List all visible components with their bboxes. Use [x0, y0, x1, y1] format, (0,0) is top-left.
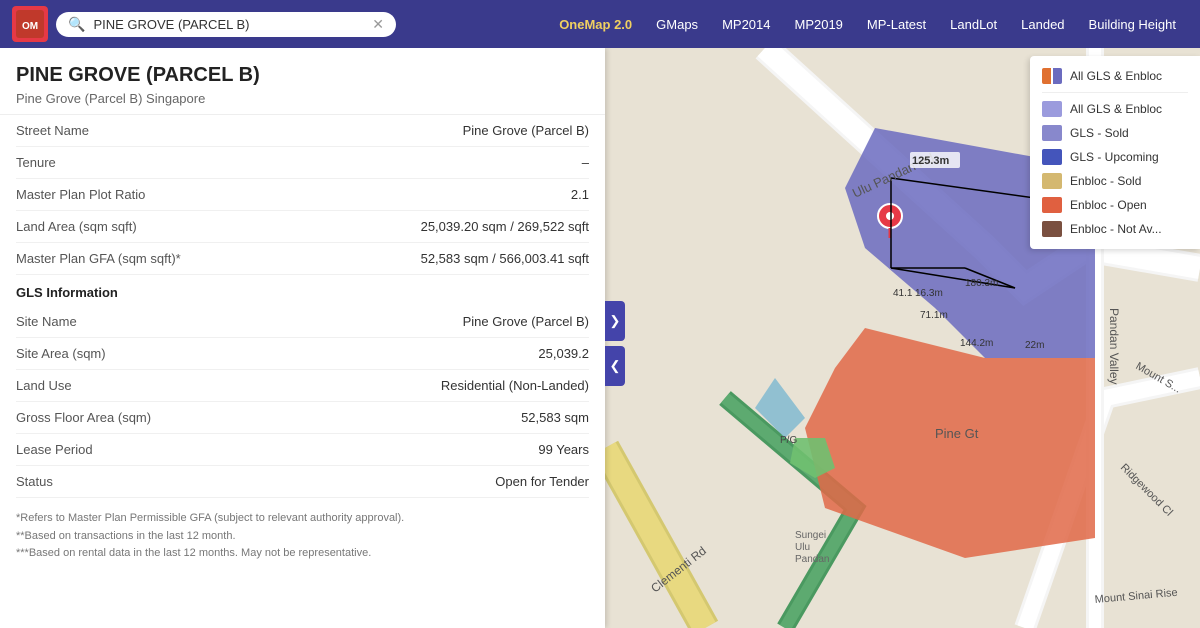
footnote-text: ***Based on rental data in the last 12 m… — [16, 545, 589, 563]
detail-row: Master Plan Plot Ratio 2.1 — [16, 179, 589, 211]
detail-value: Pine Grove (Parcel B) — [89, 123, 589, 138]
legend-label: Enbloc - Open — [1070, 198, 1147, 212]
detail-label: Land Area (sqm sqft) — [16, 219, 137, 234]
search-icon: 🔍 — [68, 16, 85, 33]
top-navigation: OM 🔍 ✕ OneMap 2.0 GMaps MP2014 MP2019 MP… — [0, 0, 1200, 48]
footnote-text: **Based on transactions in the last 12 m… — [16, 528, 589, 546]
gls-detail-row: Site Area (sqm) 25,039.2 — [16, 338, 589, 370]
property-details: Street Name Pine Grove (Parcel B) Tenure… — [0, 115, 605, 498]
detail-label: Master Plan GFA (sqm sqft)* — [16, 251, 181, 266]
gls-section-header: GLS Information — [16, 275, 589, 306]
svg-text:144.2m: 144.2m — [960, 338, 993, 349]
gls-detail-row: Site Name Pine Grove (Parcel B) — [16, 306, 589, 338]
svg-text:Pandan Valley: Pandan Valley — [1107, 308, 1121, 385]
gls-detail-label: Status — [16, 474, 53, 489]
legend-color-gls-upcoming — [1042, 149, 1062, 165]
gls-detail-value: Residential (Non-Landed) — [72, 378, 589, 393]
detail-row: Tenure – — [16, 147, 589, 179]
gls-detail-value: 25,039.2 — [106, 346, 589, 361]
clear-search-button[interactable]: ✕ — [372, 16, 384, 33]
gls-detail-label: Land Use — [16, 378, 72, 393]
legend-item-gls-upcoming: GLS - Upcoming — [1042, 145, 1188, 169]
nav-landed[interactable]: Landed — [1009, 9, 1076, 40]
left-panel: PINE GROVE (PARCEL B) Pine Grove (Parcel… — [0, 48, 605, 628]
gls-detail-label: Site Name — [16, 314, 77, 329]
legend-label: Enbloc - Not Av... — [1070, 222, 1162, 236]
legend-panel: All GLS & Enbloc All GLS & Enbloc GLS - … — [1030, 56, 1200, 249]
gls-detail-label: Gross Floor Area (sqm) — [16, 410, 151, 425]
svg-text:22m: 22m — [1025, 340, 1044, 351]
legend-label: Enbloc - Sold — [1070, 174, 1141, 188]
property-subtitle: Pine Grove (Parcel B) Singapore — [16, 91, 589, 106]
legend-label: All GLS & Enbloc — [1070, 102, 1162, 116]
nav-mp2014[interactable]: MP2014 — [710, 9, 782, 40]
footnotes: *Refers to Master Plan Permissible GFA (… — [0, 498, 605, 575]
svg-text:71.1m: 71.1m — [920, 310, 948, 321]
gls-detail-value: Pine Grove (Parcel B) — [77, 314, 589, 329]
legend-label: All GLS & Enbloc — [1070, 69, 1162, 83]
map-expand-button[interactable]: ❮ — [605, 346, 625, 386]
detail-row: Master Plan GFA (sqm sqft)* 52,583 sqm /… — [16, 243, 589, 275]
map-collapse-button[interactable]: ❯ — [605, 301, 625, 341]
legend-item-enbloc-not-av: Enbloc - Not Av... — [1042, 217, 1188, 241]
gls-detail-row: Gross Floor Area (sqm) 52,583 sqm — [16, 402, 589, 434]
legend-item-enbloc-open: Enbloc - Open — [1042, 193, 1188, 217]
gls-detail-row: Lease Period 99 Years — [16, 434, 589, 466]
nav-building-height[interactable]: Building Height — [1077, 9, 1188, 40]
detail-value: 52,583 sqm / 566,003.41 sqft — [181, 251, 589, 266]
nav-mp2019[interactable]: MP2019 — [782, 9, 854, 40]
gls-detail-row: Status Open for Tender — [16, 466, 589, 498]
legend-color-gls-sold — [1042, 125, 1062, 141]
svg-text:125.3m: 125.3m — [912, 155, 950, 167]
legend-color-enbloc-sold — [1042, 173, 1062, 189]
detail-value: – — [56, 155, 589, 170]
legend-item-all-gls-enbloc: All GLS & Enbloc — [1042, 97, 1188, 121]
map-container[interactable]: Ulu Pandan Rd Pine Gt Pandan Valley Moun… — [605, 48, 1200, 628]
nav-landlot[interactable]: LandLot — [938, 9, 1009, 40]
svg-text:16.3m: 16.3m — [915, 288, 943, 299]
svg-text:41.1: 41.1 — [893, 288, 913, 299]
gls-detail-value: 99 Years — [93, 442, 589, 457]
gls-detail-label: Lease Period — [16, 442, 93, 457]
legend-color-all-gls — [1042, 101, 1062, 117]
legend-label: GLS - Sold — [1070, 126, 1129, 140]
property-title: PINE GROVE (PARCEL B) — [16, 64, 589, 87]
nav-mp-latest[interactable]: MP-Latest — [855, 9, 938, 40]
nav-links: OneMap 2.0 GMaps MP2014 MP2019 MP-Latest… — [547, 9, 1188, 40]
footnote-text: *Refers to Master Plan Permissible GFA (… — [16, 510, 589, 528]
search-input[interactable] — [93, 17, 364, 32]
logo: OM — [12, 6, 48, 42]
gls-detail-value: Open for Tender — [53, 474, 589, 489]
svg-text:P/G: P/G — [780, 435, 797, 446]
nav-onemap[interactable]: OneMap 2.0 — [547, 9, 644, 40]
detail-value: 25,039.20 sqm / 269,522 sqft — [137, 219, 589, 234]
gls-detail-label: Site Area (sqm) — [16, 346, 106, 361]
svg-text:Pine Gt: Pine Gt — [935, 426, 979, 441]
main-content: PINE GROVE (PARCEL B) Pine Grove (Parcel… — [0, 48, 1200, 628]
legend-label: GLS - Upcoming — [1070, 150, 1159, 164]
search-bar: 🔍 ✕ — [56, 12, 396, 37]
legend-item-gls-sold: GLS - Sold — [1042, 121, 1188, 145]
legend-color-enbloc-open — [1042, 197, 1062, 213]
detail-row: Land Area (sqm sqft) 25,039.20 sqm / 269… — [16, 211, 589, 243]
svg-text:180.3m: 180.3m — [965, 278, 998, 289]
property-header: PINE GROVE (PARCEL B) Pine Grove (Parcel… — [0, 48, 605, 115]
detail-label: Master Plan Plot Ratio — [16, 187, 145, 202]
detail-label: Street Name — [16, 123, 89, 138]
svg-text:OM: OM — [22, 21, 38, 32]
svg-text:Ulu: Ulu — [795, 542, 810, 553]
legend-color-enbloc-not-av — [1042, 221, 1062, 237]
detail-row: Street Name Pine Grove (Parcel B) — [16, 115, 589, 147]
detail-value: 2.1 — [145, 187, 589, 202]
nav-gmaps[interactable]: GMaps — [644, 9, 710, 40]
svg-text:Pandan: Pandan — [795, 554, 829, 565]
gls-detail-row: Land Use Residential (Non-Landed) — [16, 370, 589, 402]
legend-item-enbloc-sold: Enbloc - Sold — [1042, 169, 1188, 193]
detail-label: Tenure — [16, 155, 56, 170]
gls-detail-value: 52,583 sqm — [151, 410, 589, 425]
svg-text:Sungei: Sungei — [795, 530, 826, 541]
legend-item-all-gls-enbloc-multi: All GLS & Enbloc — [1042, 64, 1188, 88]
